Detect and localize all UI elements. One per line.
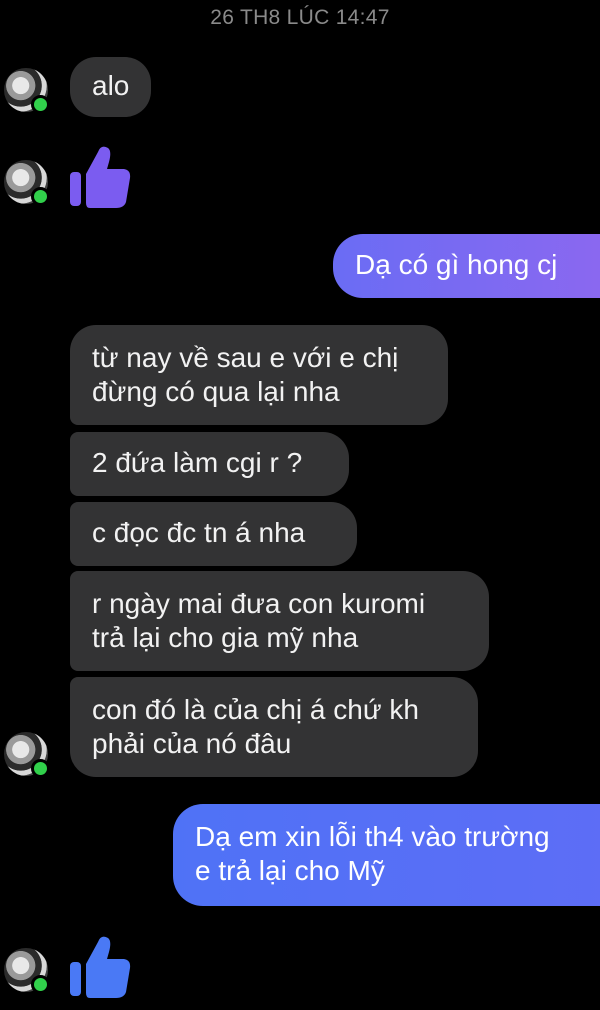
contact-avatar[interactable]	[4, 948, 50, 994]
thumbs-up-icon[interactable]	[68, 930, 132, 1000]
incoming-message-bubble[interactable]: con đó là của chị á chứ kh phải của nó đ…	[70, 677, 478, 777]
incoming-message-bubble[interactable]: alo	[70, 57, 152, 117]
contact-avatar[interactable]	[4, 732, 50, 778]
online-status-dot	[31, 975, 50, 994]
conversation-timestamp: 26 TH8 LÚC 14:47	[210, 6, 390, 29]
incoming-message-bubble[interactable]: 2 đứa làm cgi r ?	[70, 432, 349, 496]
incoming-message-bubble[interactable]: c đọc đc tn á nha	[70, 502, 357, 566]
thumbs-up-icon[interactable]	[68, 140, 132, 210]
online-status-dot	[31, 95, 50, 114]
outgoing-message-bubble[interactable]: Dạ có gì hong cj	[333, 234, 600, 298]
incoming-message-bubble[interactable]: từ nay về sau e với e chị đừng có qua lạ…	[70, 325, 448, 425]
online-status-dot	[31, 759, 50, 778]
outgoing-message-bubble[interactable]: Dạ em xin lỗi th4 vào trường e trả lại c…	[173, 804, 600, 906]
contact-avatar[interactable]	[4, 160, 50, 206]
online-status-dot	[31, 187, 50, 206]
contact-avatar[interactable]	[4, 68, 50, 114]
incoming-message-bubble[interactable]: r ngày mai đưa con kuromi trả lại cho gi…	[70, 571, 489, 671]
